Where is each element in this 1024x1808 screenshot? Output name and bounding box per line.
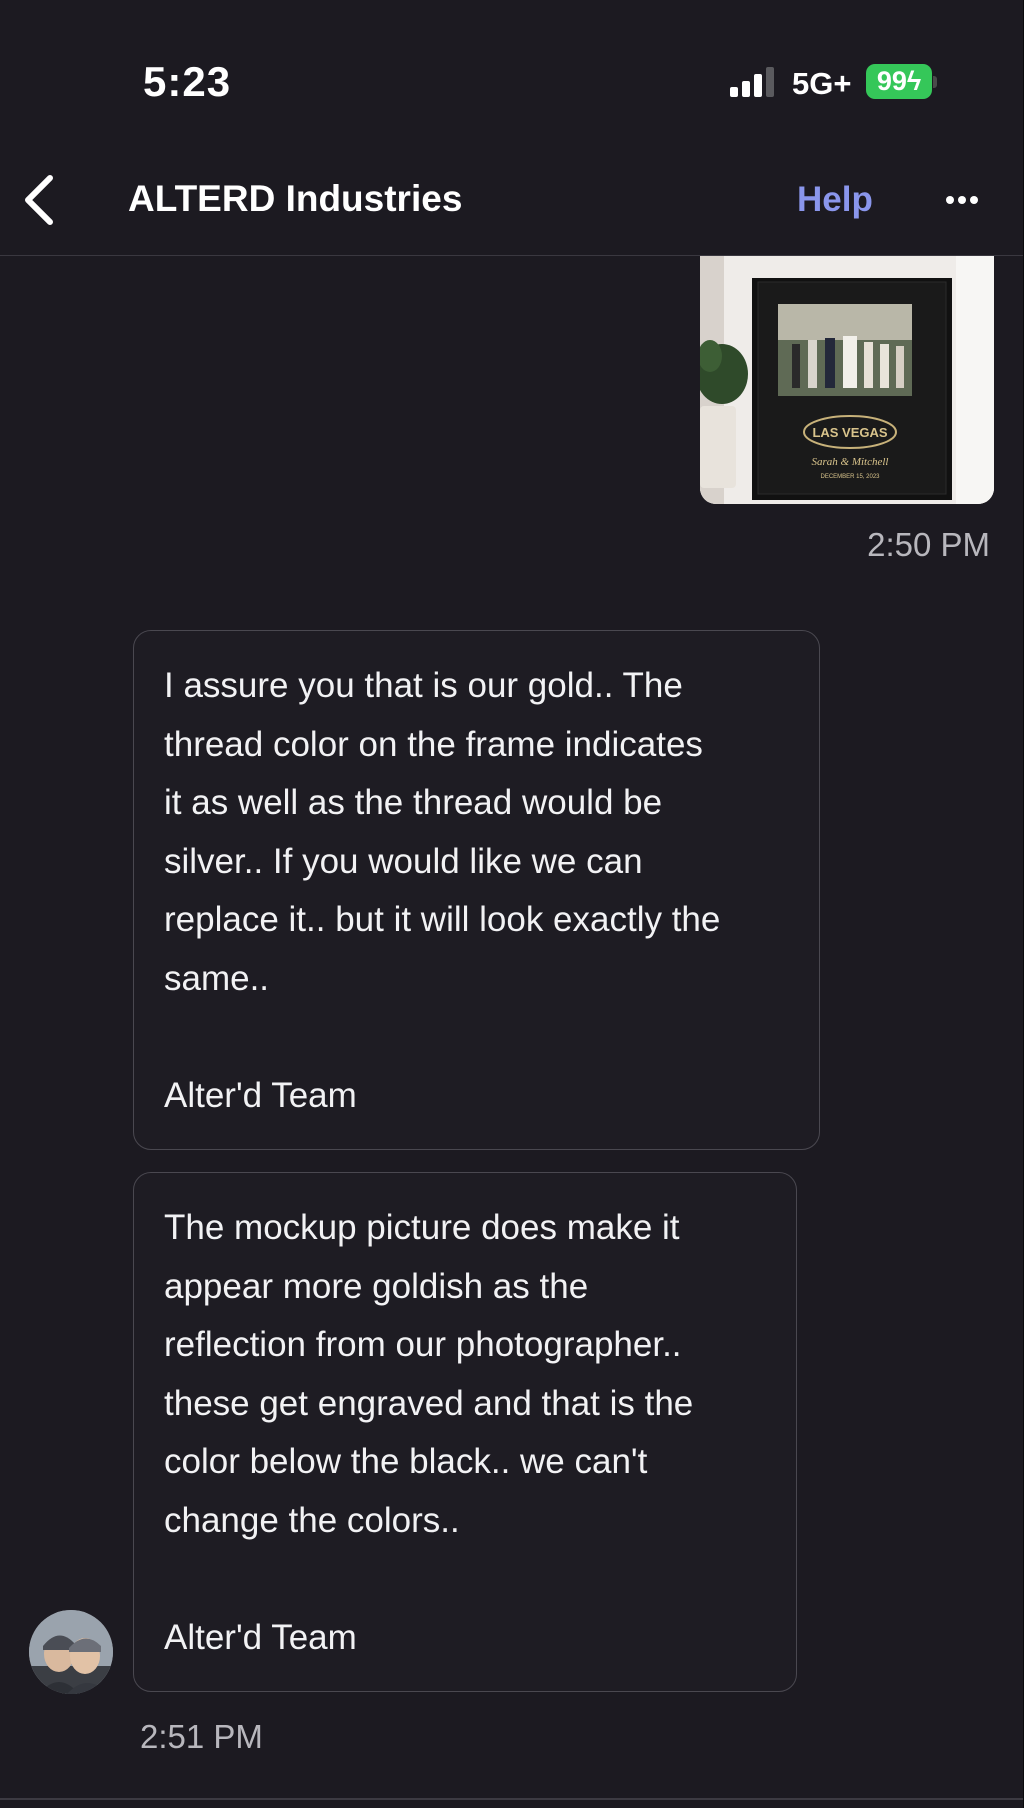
message-line: it as well as the thread would be xyxy=(164,783,663,822)
conversation-header: ALTERD Industries Help xyxy=(0,150,1023,256)
composer-divider xyxy=(0,1798,1023,1800)
charging-bolt-icon: ϟ xyxy=(906,66,922,96)
frame-sign-text: LAS VEGAS xyxy=(812,425,887,440)
message-line: color below the black.. we can't xyxy=(164,1442,648,1481)
sent-image-message[interactable]: LAS VEGAS Sarah & Mitchell DECEMBER 15, … xyxy=(700,256,994,504)
message-line: The mockup picture does make it xyxy=(164,1208,680,1247)
received-message-bubble[interactable]: I assure you that is our gold.. The thre… xyxy=(133,630,820,1150)
message-signature: Alter'd Team xyxy=(164,1617,357,1657)
message-line: these get engraved and that is the xyxy=(164,1383,694,1423)
battery-indicator: 99ϟ xyxy=(866,64,932,99)
sender-avatar[interactable] xyxy=(29,1610,113,1694)
frame-photo: LAS VEGAS Sarah & Mitchell DECEMBER 15, … xyxy=(700,256,994,504)
status-time: 5:23 xyxy=(143,58,232,105)
ellipsis-icon[interactable] xyxy=(940,188,990,212)
status-bar: 5:23 5G+ 99ϟ xyxy=(0,0,1023,150)
message-signature: Alter'd Team xyxy=(164,1075,357,1115)
message-line: same.. xyxy=(164,958,270,998)
message-line: thread color on the frame indicates xyxy=(164,724,703,764)
battery-level: 99 xyxy=(876,66,907,96)
message-line: change the colors.. xyxy=(164,1500,460,1540)
message-timestamp: 2:50 PM xyxy=(867,526,990,563)
frame-names-text: Sarah & Mitchell xyxy=(812,456,889,468)
frame-date-text: DECEMBER 15, 2023 xyxy=(820,474,880,480)
avatar-photo xyxy=(29,1610,113,1694)
battery-tip-icon xyxy=(933,76,937,88)
message-line: silver.. If you would like we can xyxy=(164,841,643,881)
help-link[interactable]: Help xyxy=(797,180,873,220)
received-message-bubble[interactable]: The mockup picture does make it appear m… xyxy=(133,1172,797,1692)
network-type: 5G+ xyxy=(792,66,852,101)
cellular-signal-icon xyxy=(730,67,774,97)
message-line: replace it.. but it will look exactly th… xyxy=(164,900,721,939)
received-timestamp: 2:51 PM xyxy=(140,1718,263,1755)
message-line: I assure you that is our gold.. The xyxy=(164,666,683,705)
conversation-title: ALTERD Industries xyxy=(128,178,463,219)
message-line: reflection from our photographer.. xyxy=(164,1325,682,1364)
message-line: appear more goldish as the xyxy=(164,1266,589,1306)
chevron-left-icon[interactable] xyxy=(16,172,66,228)
chat-screen: 5:23 5G+ 99ϟ ALTERD Industries Help LAS … xyxy=(0,0,1024,1808)
